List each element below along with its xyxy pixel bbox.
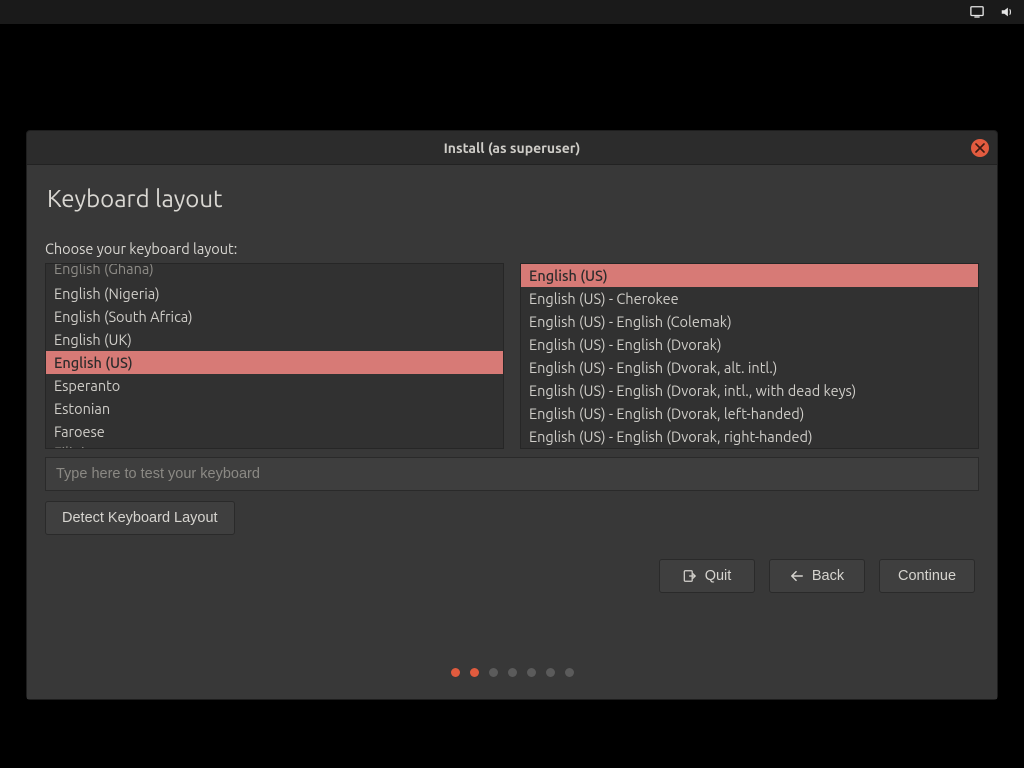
continue-button[interactable]: Continue <box>879 559 975 593</box>
list-item[interactable]: Estonian <box>46 397 503 420</box>
progress-dot <box>508 668 517 677</box>
detect-keyboard-button[interactable]: Detect Keyboard Layout <box>45 501 235 535</box>
progress-dot <box>489 668 498 677</box>
page-heading: Keyboard layout <box>47 185 979 212</box>
list-item[interactable]: English (US) - English (Dvorak) <box>521 333 978 356</box>
progress-dot <box>565 668 574 677</box>
progress-dots <box>45 644 979 699</box>
window-title: Install (as superuser) <box>444 140 581 156</box>
list-item[interactable]: English (South Africa) <box>46 305 503 328</box>
list-item[interactable]: English (US) - Cherokee <box>521 287 978 310</box>
progress-dot <box>527 668 536 677</box>
progress-dot <box>546 668 555 677</box>
quit-button[interactable]: Quit <box>659 559 755 593</box>
layout-variant-list[interactable]: English (US)English (US) - CherokeeEngli… <box>520 263 979 449</box>
progress-dot <box>451 668 460 677</box>
detect-row: Detect Keyboard Layout <box>45 501 979 535</box>
list-item-partial[interactable]: Filipino <box>46 443 503 449</box>
list-item[interactable]: Faroese <box>46 420 503 443</box>
list-item[interactable]: Esperanto <box>46 374 503 397</box>
keyboard-test-input[interactable] <box>45 457 979 491</box>
continue-label: Continue <box>898 568 956 584</box>
back-label: Back <box>812 568 844 584</box>
back-button[interactable]: Back <box>769 559 865 593</box>
list-item[interactable]: English (US) - English (Dvorak, left-han… <box>521 402 978 425</box>
close-icon <box>975 143 985 153</box>
list-item[interactable]: English (US) <box>46 351 503 374</box>
quit-label: Quit <box>705 568 732 584</box>
quit-icon <box>683 569 697 583</box>
window-close-button[interactable] <box>971 139 989 157</box>
arrow-left-icon <box>790 569 804 583</box>
display-icon[interactable] <box>970 5 984 19</box>
window-content: Keyboard layout Choose your keyboard lay… <box>27 165 997 699</box>
nav-buttons: Quit Back Continue <box>45 559 979 593</box>
layout-language-list[interactable]: English (Ghana)English (Nigeria)English … <box>45 263 504 449</box>
detect-keyboard-label: Detect Keyboard Layout <box>62 510 218 526</box>
choose-layout-label: Choose your keyboard layout: <box>45 240 979 257</box>
progress-dot <box>470 668 479 677</box>
list-item-partial[interactable]: English (Ghana) <box>46 264 503 282</box>
keyboard-test-row <box>45 457 979 491</box>
list-item[interactable]: English (US) <box>521 264 978 287</box>
list-item[interactable]: English (US) - English (Dvorak, alt. int… <box>521 356 978 379</box>
list-item[interactable]: English (US) - English (Dvorak, right-ha… <box>521 425 978 448</box>
volume-icon[interactable] <box>1000 5 1014 19</box>
top-panel <box>0 0 1024 24</box>
list-item[interactable]: English (US) - English (Dvorak, intl., w… <box>521 379 978 402</box>
list-item[interactable]: English (UK) <box>46 328 503 351</box>
layout-lists: English (Ghana)English (Nigeria)English … <box>45 263 979 449</box>
window-titlebar: Install (as superuser) <box>27 131 997 165</box>
list-item[interactable]: English (US) - English (Colemak) <box>521 310 978 333</box>
list-item[interactable]: English (Nigeria) <box>46 282 503 305</box>
installer-window: Install (as superuser) Keyboard layout C… <box>26 130 998 700</box>
